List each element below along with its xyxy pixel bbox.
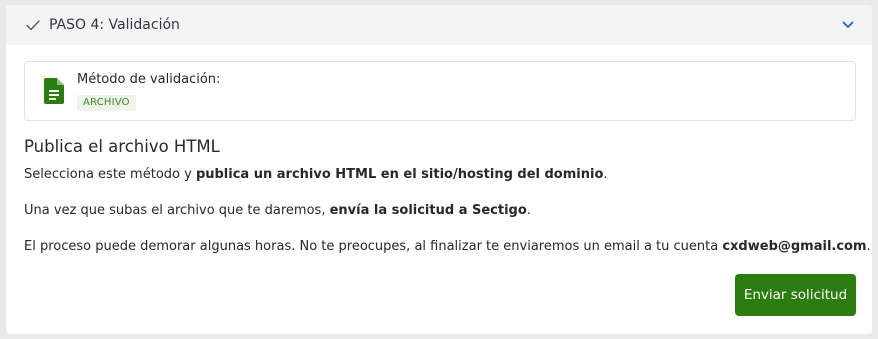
submit-request-button[interactable]: Enviar solicitud bbox=[735, 274, 856, 316]
instruction-paragraph-1: Selecciona este método y publica un arch… bbox=[24, 167, 608, 182]
p3-end: . bbox=[866, 239, 871, 254]
p1-bold-text: publica un archivo HTML en el sitio/host… bbox=[195, 167, 604, 182]
p3-text: El proceso puede demorar algunas horas. … bbox=[24, 239, 723, 254]
chevron-down-icon[interactable] bbox=[841, 18, 855, 32]
validation-method-card: Método de validación: ARCHIVO bbox=[24, 61, 856, 121]
p2-bold-text: envía la solicitud a Sectigo bbox=[329, 203, 527, 218]
instruction-paragraph-2: Una vez que subas el archivo que te dare… bbox=[24, 203, 531, 218]
section-title: Publica el archivo HTML bbox=[24, 137, 220, 156]
step-header[interactable]: PASO 4: Validación bbox=[6, 5, 872, 45]
method-badge: ARCHIVO bbox=[77, 95, 136, 111]
p2-text: Una vez que subas el archivo que te dare… bbox=[24, 203, 330, 218]
instruction-paragraph-3: El proceso puede demorar algunas horas. … bbox=[24, 239, 871, 254]
file-document-icon bbox=[44, 78, 64, 104]
p2-end: . bbox=[526, 203, 531, 218]
p1-end: . bbox=[603, 167, 608, 182]
method-label: Método de validación: bbox=[77, 72, 221, 87]
check-icon bbox=[25, 17, 41, 33]
p1-text: Selecciona este método y bbox=[24, 167, 196, 182]
validation-step-panel: PASO 4: Validación Método de validación:… bbox=[6, 5, 872, 334]
account-email: cxdweb@gmail.com bbox=[722, 239, 867, 254]
step-title: PASO 4: Validación bbox=[49, 17, 180, 33]
